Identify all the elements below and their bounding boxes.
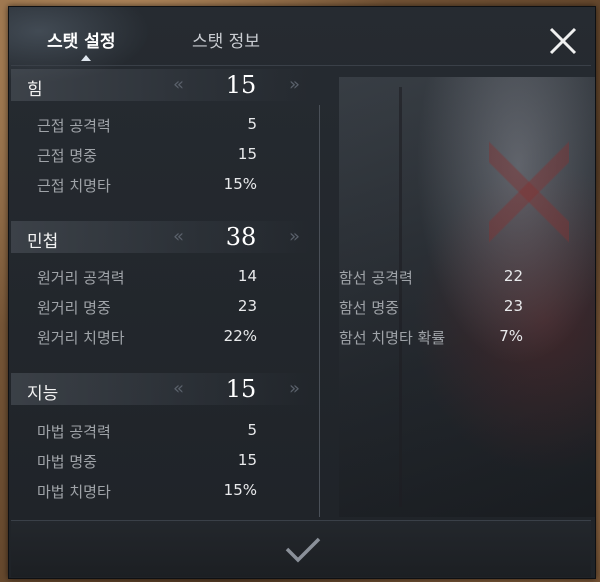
checkmark-icon (285, 537, 321, 563)
active-tab-indicator (81, 55, 91, 61)
column-divider (319, 105, 320, 517)
stat-window: 스탯 설정 스탯 정보 힘 « 15 » 근접 공격력 5 근접 명중 15 근… (8, 6, 596, 579)
ship-stat-value: 23 (503, 297, 523, 315)
stat-row-label: 마법 명중 (37, 453, 97, 471)
ship-stat-value: 22 (503, 267, 523, 285)
header-divider (11, 65, 591, 66)
stat-row-value: 15 (237, 451, 257, 469)
ship-stat-value: 7% (499, 327, 523, 345)
stat-intelligence-header: 지능 « 15 » (11, 373, 311, 405)
stat-row: 마법 치명타 15% (37, 481, 257, 501)
ship-stat-label: 함선 공격력 (339, 269, 413, 287)
stat-row-label: 원거리 공격력 (37, 269, 125, 287)
stat-strength-value: 15 (225, 71, 257, 99)
ship-stat-label: 함선 명중 (339, 299, 399, 317)
stat-row-label: 마법 공격력 (37, 423, 111, 441)
stat-strength-name: 힘 (27, 80, 43, 100)
stat-strength-header: 힘 « 15 » (11, 69, 311, 101)
stat-agility-name: 민첩 (27, 232, 59, 252)
stat-row-label: 근접 공격력 (37, 117, 111, 135)
double-chevron-left-icon[interactable]: « (173, 74, 184, 95)
stat-row-label: 근접 치명타 (37, 177, 111, 195)
stat-row-value: 23 (237, 297, 257, 315)
double-chevron-right-icon[interactable]: » (289, 74, 300, 95)
ship-stat-label: 함선 치명타 확률 (339, 329, 446, 347)
stat-row: 근접 치명타 15% (37, 175, 257, 195)
stat-intelligence-value: 15 (225, 375, 257, 403)
stat-row-value: 5 (247, 421, 257, 439)
stat-row: 마법 공격력 5 (37, 421, 257, 441)
double-chevron-left-icon[interactable]: « (173, 226, 184, 247)
stat-row-value: 15% (223, 481, 257, 499)
confirm-button[interactable] (281, 535, 325, 565)
stat-row-label: 원거리 치명타 (37, 329, 125, 347)
stat-row-value: 15 (237, 145, 257, 163)
tab-bar: 스탯 설정 스탯 정보 (9, 7, 595, 61)
stat-agility-header: 민첩 « 38 » (11, 221, 311, 253)
stat-row: 근접 공격력 5 (37, 115, 257, 135)
close-x-icon (549, 27, 577, 55)
tab-stat-settings[interactable]: 스탯 설정 (47, 27, 115, 52)
stat-row-value: 15% (223, 175, 257, 193)
stat-agility-value: 38 (225, 223, 257, 251)
stat-row: 원거리 공격력 14 (37, 267, 257, 287)
double-chevron-right-icon[interactable]: » (289, 226, 300, 247)
stat-row-label: 근접 명중 (37, 147, 97, 165)
stat-row-label: 원거리 명중 (37, 299, 111, 317)
stat-row-value: 22% (223, 327, 257, 345)
tab-stat-info[interactable]: 스탯 정보 (192, 27, 260, 52)
stat-row-value: 5 (247, 115, 257, 133)
footer-bar (11, 520, 591, 577)
ship-stat-row: 함선 공격력 22 (339, 267, 523, 287)
close-button[interactable] (543, 21, 583, 61)
stat-row: 마법 명중 15 (37, 451, 257, 471)
double-chevron-left-icon[interactable]: « (173, 378, 184, 399)
stat-row: 원거리 명중 23 (37, 297, 257, 317)
stat-row-label: 마법 치명타 (37, 483, 111, 501)
stat-intelligence-name: 지능 (27, 384, 59, 404)
stat-row: 근접 명중 15 (37, 145, 257, 165)
double-chevron-right-icon[interactable]: » (289, 378, 300, 399)
ship-stat-row: 함선 치명타 확률 7% (339, 327, 523, 347)
stat-row: 원거리 치명타 22% (37, 327, 257, 347)
stat-row-value: 14 (237, 267, 257, 285)
ship-stat-row: 함선 명중 23 (339, 297, 523, 317)
